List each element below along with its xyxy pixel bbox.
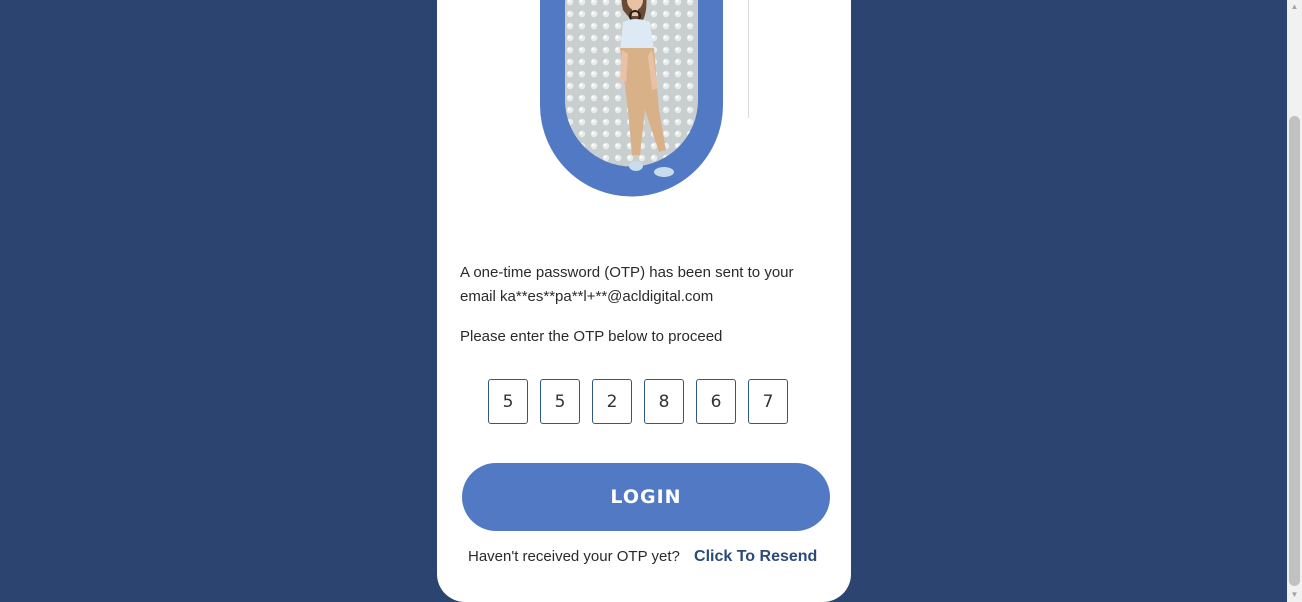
vertical-divider	[748, 0, 749, 118]
otp-digit-6[interactable]	[748, 379, 788, 424]
resend-row: Haven't received your OTP yet? Click To …	[468, 548, 817, 566]
otp-input-group	[488, 379, 788, 424]
otp-sent-message: A one-time password (OTP) has been sent …	[460, 264, 794, 305]
resend-prompt: Haven't received your OTP yet?	[468, 548, 680, 565]
otp-digit-2[interactable]	[540, 379, 580, 424]
otp-digit-1[interactable]	[488, 379, 528, 424]
otp-digit-5[interactable]	[696, 379, 736, 424]
otp-instruction: Please enter the OTP below to proceed	[460, 328, 723, 345]
scroll-down-arrow-icon[interactable]: ▼	[1287, 588, 1302, 602]
login-button[interactable]: LOGIN	[462, 463, 830, 531]
vertical-scrollbar[interactable]: ▲ ▼	[1287, 0, 1302, 602]
login-card: A one-time password (OTP) has been sent …	[437, 0, 851, 602]
scroll-up-arrow-icon[interactable]: ▲	[1287, 0, 1302, 14]
hero-illustration	[540, 0, 723, 197]
otp-digit-4[interactable]	[644, 379, 684, 424]
resend-link[interactable]: Click To Resend	[694, 548, 817, 565]
otp-digit-3[interactable]	[592, 379, 632, 424]
scroll-thumb[interactable]	[1289, 116, 1300, 586]
